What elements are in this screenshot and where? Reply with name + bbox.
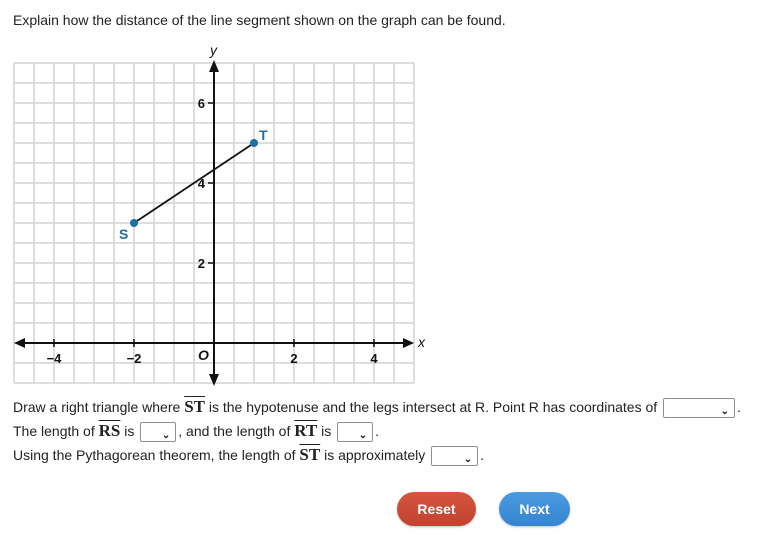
y-axis-up-arrow — [209, 60, 219, 72]
chevron-down-icon: ⌄ — [463, 454, 473, 466]
q2-text-before: The length of — [13, 423, 99, 439]
question-line-2: The length of RS is ⌄ , and the length of… — [13, 421, 380, 443]
q1-text-before: Draw a right triangle where — [13, 399, 185, 415]
x-tick-label: 4 — [370, 351, 378, 366]
x-tick-label: −4 — [47, 351, 63, 366]
segment-st-label: ST — [299, 445, 321, 464]
segment-rt-label: RT — [294, 421, 318, 440]
ticks: −4 −2 2 4246 — [47, 96, 379, 366]
next-button[interactable]: Next — [499, 492, 570, 526]
x-axis-left-arrow — [14, 338, 25, 348]
x-tick-label: −2 — [127, 351, 142, 366]
q2-end: . — [375, 423, 380, 439]
segment-rs-label: RS — [98, 421, 121, 440]
point-label-s: S — [119, 226, 128, 242]
q2-text-mid2: , and the length of — [178, 423, 295, 439]
y-tick-label: 2 — [198, 256, 205, 271]
coordinate-graph: xyO −4 −2 2 4246 ST — [13, 42, 426, 386]
q1-text-after: is the hypotenuse and the legs intersect… — [204, 399, 658, 415]
x-tick-label: 2 — [290, 351, 297, 366]
point-t — [250, 139, 258, 147]
reset-button[interactable]: Reset — [397, 492, 476, 526]
y-axis-label: y — [209, 42, 218, 58]
y-tick-label: 6 — [198, 96, 205, 111]
q3-text-before: Using the Pythagorean theorem, the lengt… — [13, 447, 300, 463]
chevron-down-icon: ⌄ — [720, 406, 730, 418]
q2-text-mid1: is — [120, 423, 135, 439]
rt-length-dropdown[interactable]: ⌄ — [337, 422, 374, 443]
axes: x y O — [14, 42, 426, 386]
x-axis-label: x — [417, 334, 426, 350]
y-axis-down-arrow — [209, 374, 219, 386]
q2-text-mid3: is — [317, 423, 332, 439]
origin-label: O — [198, 347, 209, 363]
point-r-coordinates-dropdown[interactable]: ⌄ — [663, 398, 736, 419]
segment-st-label: ST — [184, 397, 205, 416]
point-s — [130, 219, 138, 227]
question-prompt: Explain how the distance of the line seg… — [13, 12, 506, 28]
chevron-down-icon: ⌄ — [161, 430, 171, 442]
point-label-t: T — [259, 127, 268, 143]
q3-end: . — [480, 447, 485, 463]
q1-end: . — [737, 399, 741, 415]
x-axis-right-arrow — [403, 338, 414, 348]
st-length-dropdown[interactable]: ⌄ — [431, 446, 479, 467]
rs-length-dropdown[interactable]: ⌄ — [140, 422, 177, 443]
question-line-3: Using the Pythagorean theorem, the lengt… — [13, 445, 485, 467]
q3-text-after: is approximately — [320, 447, 426, 463]
chevron-down-icon: ⌄ — [358, 430, 368, 442]
question-line-1: Draw a right triangle where ST is the hy… — [13, 397, 741, 419]
